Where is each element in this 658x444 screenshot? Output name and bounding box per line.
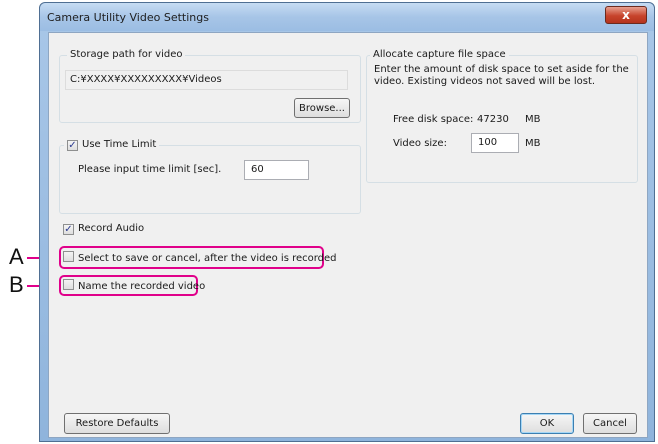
allocate-description-1: Enter the amount of disk space to set as… bbox=[374, 64, 629, 75]
time-limit-checkbox[interactable]: ✓ bbox=[67, 140, 78, 151]
window-title: Camera Utility Video Settings bbox=[47, 11, 209, 24]
cancel-button[interactable]: Cancel bbox=[583, 413, 637, 434]
callout-a: A bbox=[9, 244, 24, 269]
time-limit-prompt: Please input time limit [sec]. bbox=[78, 164, 222, 175]
video-size-unit: MB bbox=[525, 138, 541, 149]
video-size-value: 100 bbox=[478, 137, 498, 148]
free-space-value: 47230 bbox=[477, 114, 509, 125]
time-limit-legend: ✓ Use Time Limit bbox=[64, 139, 160, 151]
record-audio-checkbox[interactable]: ✓ bbox=[63, 224, 74, 235]
allocate-legend: Allocate capture file space bbox=[370, 49, 509, 60]
save-cancel-checkbox[interactable] bbox=[63, 251, 74, 262]
title-bar[interactable]: Camera Utility Video Settings x bbox=[40, 3, 654, 31]
check-icon: ✓ bbox=[68, 140, 77, 151]
storage-path-field: C:¥XXXX¥XXXXXXXXX¥Videos bbox=[65, 70, 348, 90]
close-icon: x bbox=[622, 8, 630, 22]
save-cancel-option[interactable]: Select to save or cancel, after the vide… bbox=[63, 251, 337, 264]
time-limit-input[interactable]: 60 bbox=[244, 160, 309, 180]
name-video-label: Name the recorded video bbox=[78, 281, 206, 292]
video-size-input[interactable]: 100 bbox=[471, 133, 519, 153]
check-icon: ✓ bbox=[64, 224, 73, 235]
time-limit-label: Use Time Limit bbox=[82, 139, 157, 150]
record-audio-option[interactable]: ✓ Record Audio bbox=[63, 223, 144, 235]
name-video-option[interactable]: Name the recorded video bbox=[63, 279, 205, 292]
dialog-body: Storage path for video C:¥XXXX¥XXXXXXXXX… bbox=[48, 32, 648, 438]
allocate-description-2: video. Existing videos not saved will be… bbox=[374, 76, 596, 87]
restore-defaults-button[interactable]: Restore Defaults bbox=[64, 413, 170, 434]
record-audio-label: Record Audio bbox=[78, 223, 145, 234]
allocate-group: Allocate capture file space Enter the am… bbox=[366, 49, 638, 183]
name-video-checkbox[interactable] bbox=[63, 279, 74, 290]
video-size-label: Video size: bbox=[393, 138, 447, 149]
storage-group: Storage path for video C:¥XXXX¥XXXXXXXXX… bbox=[59, 49, 361, 123]
browse-button[interactable]: Browse... bbox=[294, 98, 350, 118]
close-button[interactable]: x bbox=[605, 6, 647, 24]
storage-legend: Storage path for video bbox=[67, 49, 186, 60]
storage-path-value: C:¥XXXX¥XXXXXXXXX¥Videos bbox=[70, 74, 222, 85]
time-limit-group: ✓ Use Time Limit Please input time limit … bbox=[59, 139, 361, 214]
free-space-label: Free disk space: bbox=[393, 114, 474, 125]
ok-button[interactable]: OK bbox=[520, 413, 574, 434]
free-space-unit: MB bbox=[525, 114, 541, 125]
dialog-window: Camera Utility Video Settings x Storage … bbox=[39, 2, 655, 442]
save-cancel-label: Select to save or cancel, after the vide… bbox=[78, 253, 337, 264]
callout-b: B bbox=[9, 272, 24, 297]
time-limit-value: 60 bbox=[251, 164, 264, 175]
